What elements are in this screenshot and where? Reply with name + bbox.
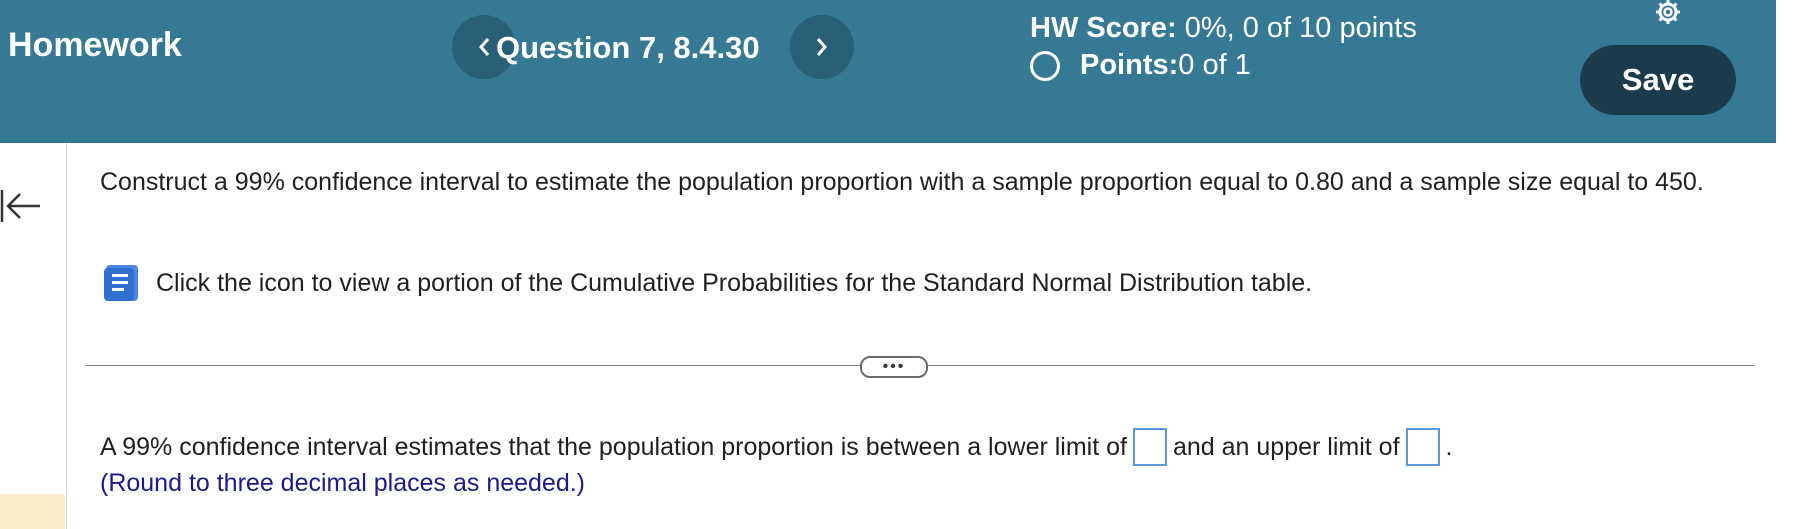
back-arrow-icon[interactable] bbox=[0, 186, 44, 226]
gear-icon[interactable] bbox=[1650, 0, 1686, 30]
normal-table-link[interactable]: Click the icon to view a portion of the … bbox=[100, 262, 1312, 304]
top-bar: Homework Question 7, 8.4.30 HW Score: 0%… bbox=[0, 0, 1776, 143]
lower-limit-input[interactable] bbox=[1132, 428, 1167, 466]
circle-icon bbox=[1030, 50, 1060, 81]
question-text: Construct a 99% confidence interval to e… bbox=[100, 168, 1704, 196]
answer-prefix: A 99% confidence interval estimates that… bbox=[100, 432, 1127, 461]
points-label: Points: bbox=[1080, 49, 1179, 81]
question-label: Question 7, 8.4.30 bbox=[496, 30, 760, 65]
chevron-left-icon bbox=[479, 38, 490, 56]
answer-sentence: A 99% confidence interval estimates that… bbox=[100, 428, 1452, 466]
table-link-text[interactable]: Click the icon to view a portion of the … bbox=[156, 269, 1312, 298]
rounding-note: (Round to three decimal places as needed… bbox=[100, 469, 586, 497]
hw-score-value: 0%, 0 of 10 points bbox=[1176, 12, 1417, 44]
chevron-right-icon bbox=[816, 38, 827, 56]
points-status: Points: 0 of 1 bbox=[1030, 49, 1251, 82]
save-button[interactable]: Save bbox=[1580, 45, 1736, 115]
hw-score: HW Score: 0%, 0 of 10 points bbox=[1030, 12, 1417, 45]
hw-score-label: HW Score: bbox=[1030, 12, 1177, 44]
next-question-button[interactable] bbox=[790, 15, 854, 79]
answer-suffix: . bbox=[1445, 432, 1453, 461]
upper-limit-input[interactable] bbox=[1405, 428, 1440, 466]
page-title: Homework bbox=[8, 26, 182, 64]
points-value: 0 of 1 bbox=[1178, 49, 1251, 81]
book-icon[interactable] bbox=[100, 262, 142, 304]
answer-middle: and an upper limit of bbox=[1172, 432, 1400, 461]
status-strip bbox=[0, 494, 65, 529]
expand-button[interactable]: ••• bbox=[860, 356, 928, 378]
